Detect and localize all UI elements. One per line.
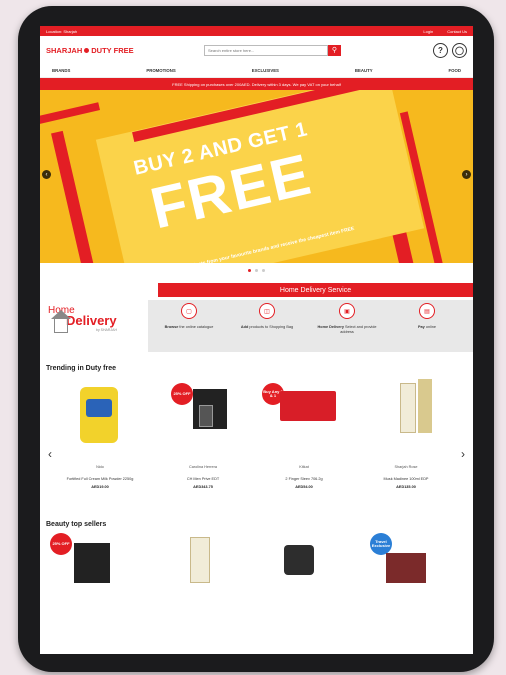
product-price: AED135.00 <box>396 485 416 490</box>
beauty-title: Beauty top sellers <box>46 520 107 528</box>
product-card[interactable]: Buy Any 2 & 1 Kitkat 2 Finger Sleev 706.… <box>262 377 344 490</box>
hero-next-arrow[interactable]: › <box>462 170 471 179</box>
product-image[interactable] <box>190 537 210 583</box>
product-card[interactable]: 25% OFF Carolina Herrera CH Men Prive ED… <box>163 377 243 489</box>
contact-link[interactable]: Contact Us <box>447 29 467 34</box>
browse-icon: ▢ <box>181 303 197 319</box>
product-image[interactable] <box>74 543 110 583</box>
logo-star-icon <box>84 47 90 53</box>
product-brand: Sharjah Rose <box>394 465 418 469</box>
pagination-dot[interactable] <box>255 268 258 272</box>
truck-icon: ▣ <box>339 303 355 319</box>
product-price: AED54.00 <box>295 485 313 490</box>
site-logo[interactable]: SHARJAH DUTY FREE <box>46 46 186 55</box>
logo-text-dutyfree: DUTY FREE <box>91 45 134 55</box>
search-input[interactable] <box>204 44 328 56</box>
product-brand: Nido <box>96 465 104 469</box>
nav-food[interactable]: FOOD <box>449 68 461 73</box>
product-name[interactable]: 2 Finger Sleev 706.2g <box>264 477 344 482</box>
delivery-step: ◫ Add products to Shopping Bag <box>232 303 302 330</box>
site-header: SHARJAH DUTY FREE ⚲ ? ◯ <box>40 36 473 64</box>
home-delivery-section[interactable]: Home Delivery Service Home Delivery by S… <box>40 283 473 361</box>
exclusive-badge: Travel Exclusive <box>370 533 392 555</box>
hero-prev-arrow[interactable]: ‹ <box>42 170 51 179</box>
step-text: products to Shopping Bag <box>249 325 294 329</box>
carousel-prev-arrow[interactable]: ‹ <box>48 447 52 461</box>
product-card[interactable]: Nido Fortified Full Cream Milk Powder 22… <box>60 377 140 489</box>
product-card[interactable]: Sharjah Rose Musk Madinee 100ml EDP AED1… <box>366 377 446 489</box>
logo-by: by SHARJAH <box>96 328 118 332</box>
browser-screen: Location: Sharjah Login Contact Us SHARJ… <box>40 26 473 654</box>
step-bold: Browse <box>164 325 179 329</box>
product-image[interactable] <box>60 377 140 465</box>
search-icon: ⚲ <box>331 47 338 54</box>
step-bold: Pay <box>418 325 425 329</box>
beauty-carousel: 25% OFF Travel Exclusive <box>40 531 473 591</box>
discount-badge: 25% OFF <box>171 383 193 405</box>
search-bar: ⚲ <box>204 44 341 56</box>
logo-delivery: Delivery <box>66 313 117 328</box>
nav-beauty[interactable]: BEAUTY <box>355 68 373 73</box>
pagination-dot[interactable] <box>262 268 265 272</box>
product-image[interactable]: Buy Any 2 & 1 <box>262 377 344 465</box>
step-text: online <box>425 325 436 329</box>
utility-bar: Location: Sharjah Login Contact Us <box>40 26 473 36</box>
step-text: Select and provide address <box>340 325 377 335</box>
bag-icon: ◫ <box>259 303 275 319</box>
home-delivery-title: Home Delivery Service <box>158 283 473 297</box>
logo-text-sharjah: SHARJAH <box>46 45 83 55</box>
product-brand: Carolina Herrera <box>188 465 218 469</box>
login-link[interactable]: Login <box>423 29 433 34</box>
card-icon: ▤ <box>419 303 435 319</box>
delivery-step: ▣ Home Delivery Select and provide addre… <box>312 303 382 336</box>
discount-badge: 25% OFF <box>50 533 72 555</box>
product-image[interactable] <box>366 377 446 465</box>
delivery-step: ▤ Pay online <box>392 303 462 330</box>
hero-pagination <box>40 263 473 277</box>
basket-icon[interactable]: ◯ <box>452 42 467 58</box>
product-image[interactable] <box>386 553 426 583</box>
product-name[interactable]: Fortified Full Cream Milk Powder 2250g <box>60 477 140 482</box>
product-image[interactable]: 25% OFF <box>163 377 243 465</box>
house-icon <box>51 310 71 333</box>
search-button[interactable]: ⚲ <box>328 44 341 56</box>
product-image[interactable] <box>284 545 314 575</box>
main-nav: BRANDS PROMOTIONS EXCLUSIVES BEAUTY FOOD <box>40 64 473 78</box>
step-text: the online catalogue <box>179 325 214 329</box>
product-brand: Kitkat <box>299 465 309 469</box>
carousel-next-arrow[interactable]: › <box>461 447 465 461</box>
nav-promotions[interactable]: PROMOTIONS <box>146 68 175 73</box>
delivery-step: ▢ Browse the online catalogue <box>154 303 224 330</box>
hero-banner[interactable]: BUY 2 AND GET 1 FREE Choose 3 products f… <box>40 90 473 263</box>
question-icon[interactable]: ? <box>433 42 448 58</box>
nav-brands[interactable]: BRANDS <box>52 68 70 73</box>
product-name[interactable]: CH Men Prive EDT <box>163 477 243 482</box>
trending-title: Trending in Duty free <box>46 364 117 372</box>
trending-carousel: ‹ › Nido Fortified Full Cream Milk Powde… <box>40 375 473 517</box>
product-name[interactable]: Musk Madinee 100ml EDP <box>366 477 446 482</box>
product-price: AED343.75 <box>193 485 213 490</box>
step-bold: Home Delivery <box>317 325 344 329</box>
step-bold: Add <box>240 325 249 329</box>
location-selector[interactable]: Location: Sharjah <box>46 29 77 34</box>
pagination-dot[interactable] <box>248 268 251 272</box>
shipping-banner[interactable]: FREE Shipping on purchases over 200AED. … <box>40 78 473 90</box>
product-price: AED19.00 <box>91 485 109 490</box>
nav-exclusives[interactable]: EXCLUSIVES <box>252 68 279 73</box>
